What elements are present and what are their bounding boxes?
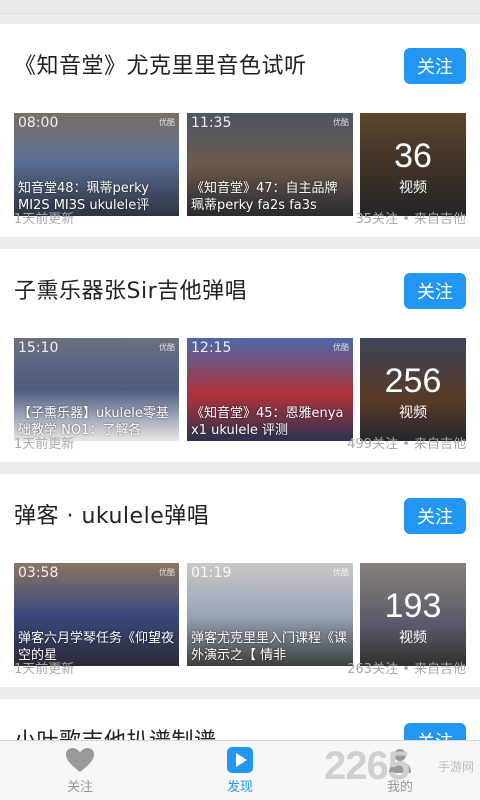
channel-card[interactable]: 《知音堂》尤克里里音色试听 关注 08:00 优酷 知音堂48：珮蒂perky …	[0, 24, 480, 237]
video-row: 08:00 优酷 知音堂48：珮蒂perky MI2S MI3S ukulele…	[14, 113, 466, 216]
follow-button[interactable]: 关注	[404, 48, 466, 84]
top-spacer	[0, 0, 480, 14]
video-thumbnail[interactable]: 15:10 优酷 【子熏乐器】ukulele零基础教学 NO1：了解各	[14, 338, 179, 441]
heart-icon	[65, 746, 95, 774]
card-header: 弹客 · ukulele弹唱 关注	[0, 474, 480, 548]
bottom-tab-bar: 关注 发现 我的 2265 手游网	[0, 740, 480, 800]
video-count-label: 视频	[399, 630, 427, 646]
tab-follow[interactable]: 关注	[0, 741, 160, 800]
card-footer: 1天前更新 499关注 • 来自吉他	[14, 433, 466, 452]
more-videos-tile[interactable]: 256 视频	[360, 338, 466, 441]
video-duration: 08:00	[18, 115, 59, 131]
follow-button[interactable]: 关注	[404, 273, 466, 309]
update-time: 1天前更新	[14, 662, 75, 677]
tab-discover[interactable]: 发现	[160, 741, 320, 800]
card-header: 小叶歌吉他扒谱制谱 关注	[0, 699, 480, 740]
video-thumbnail[interactable]: 08:00 优酷 知音堂48：珮蒂perky MI2S MI3S ukulele…	[14, 113, 179, 216]
card-footer: 1天前更新 35关注 • 来自吉他	[14, 208, 466, 227]
youku-watermark: 优酷	[333, 568, 349, 577]
video-duration: 12:15	[191, 340, 232, 356]
video-count: 36	[394, 137, 432, 175]
more-videos-tile[interactable]: 36 视频	[360, 113, 466, 216]
channel-feed[interactable]: 《知音堂》尤克里里音色试听 关注 08:00 优酷 知音堂48：珮蒂perky …	[0, 0, 480, 740]
update-time: 1天前更新	[14, 212, 75, 227]
youku-watermark: 优酷	[333, 118, 349, 127]
channel-title[interactable]: 子熏乐器张Sir吉他弹唱	[14, 273, 247, 305]
video-thumbnail[interactable]: 01:19 优酷 弹客尤克里里入门课程《课外演示之【 情非	[187, 563, 353, 666]
youku-watermark: 优酷	[159, 568, 175, 577]
channel-title[interactable]: 《知音堂》尤克里里音色试听	[14, 48, 307, 80]
youku-watermark: 优酷	[333, 343, 349, 352]
card-header: 子熏乐器张Sir吉他弹唱 关注	[0, 249, 480, 323]
channel-meta: 35关注 • 来自吉他	[355, 212, 466, 227]
video-duration: 01:19	[191, 565, 232, 581]
watermark-text: 手游网	[437, 760, 474, 774]
youku-watermark: 优酷	[159, 343, 175, 352]
play-icon	[226, 746, 254, 774]
video-thumbnail[interactable]: 12:15 优酷 《知音堂》45：恩雅enya x1 ukulele 评测	[187, 338, 353, 441]
channel-card[interactable]: 小叶歌吉他扒谱制谱 关注	[0, 699, 480, 740]
channel-meta: 499关注 • 来自吉他	[347, 437, 466, 452]
video-count: 256	[384, 362, 442, 400]
video-duration: 03:58	[18, 565, 59, 581]
channel-title[interactable]: 小叶歌吉他扒谱制谱	[14, 723, 217, 740]
channel-card[interactable]: 弹客 · ukulele弹唱 关注 03:58 优酷 弹客六月学琴任务《仰望夜空…	[0, 474, 480, 687]
video-row: 03:58 优酷 弹客六月学琴任务《仰望夜空的星 01:19 优酷 弹客尤克里里…	[14, 563, 466, 666]
card-footer: 1天前更新 263关注 • 来自吉他	[14, 658, 466, 677]
channel-card[interactable]: 子熏乐器张Sir吉他弹唱 关注 15:10 优酷 【子熏乐器】ukulele零基…	[0, 249, 480, 462]
video-count: 193	[384, 587, 442, 625]
follow-button[interactable]: 关注	[404, 498, 466, 534]
update-time: 1天前更新	[14, 437, 75, 452]
site-watermark: 2265 手游网	[324, 744, 474, 794]
tab-label: 发现	[226, 780, 253, 795]
follow-button[interactable]: 关注	[404, 723, 466, 740]
more-videos-tile[interactable]: 193 视频	[360, 563, 466, 666]
tab-label: 关注	[66, 780, 93, 795]
watermark-number: 2265	[324, 744, 410, 788]
video-duration: 11:35	[191, 115, 232, 131]
card-header: 《知音堂》尤克里里音色试听 关注	[0, 24, 480, 98]
video-thumbnail[interactable]: 11:35 优酷 《知音堂》47：自主品牌珮蒂perky fa2s fa3s	[187, 113, 353, 216]
video-row: 15:10 优酷 【子熏乐器】ukulele零基础教学 NO1：了解各 12:1…	[14, 338, 466, 441]
video-duration: 15:10	[18, 340, 59, 356]
youku-watermark: 优酷	[159, 118, 175, 127]
channel-title[interactable]: 弹客 · ukulele弹唱	[14, 498, 209, 530]
video-thumbnail[interactable]: 03:58 优酷 弹客六月学琴任务《仰望夜空的星	[14, 563, 179, 666]
video-count-label: 视频	[399, 180, 427, 196]
channel-meta: 263关注 • 来自吉他	[347, 662, 466, 677]
video-count-label: 视频	[399, 405, 427, 421]
